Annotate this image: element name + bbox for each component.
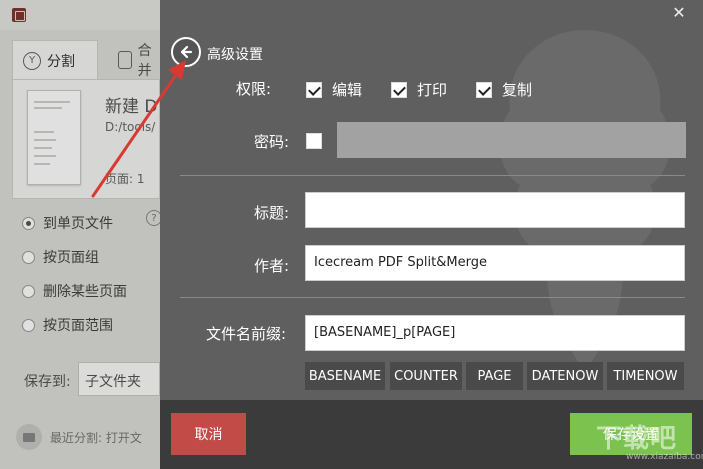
filename-prefix-label: 文件名前缀:: [206, 325, 287, 343]
token-datenow-button[interactable]: DATENOW: [527, 362, 603, 390]
permission-edit[interactable]: 编辑: [306, 79, 362, 100]
copy-checkbox[interactable]: [476, 81, 492, 98]
password-label: 密码:: [254, 133, 290, 151]
edit-checkbox[interactable]: [306, 81, 322, 98]
print-label: 打印: [417, 81, 448, 99]
site-watermark-url: www.xiazaiba.com: [626, 452, 703, 462]
cancel-button[interactable]: 取消: [171, 413, 246, 455]
print-checkbox[interactable]: [391, 81, 407, 98]
close-icon[interactable]: ✕: [670, 4, 688, 22]
divider: [180, 175, 685, 176]
back-button[interactable]: [171, 37, 201, 67]
divider: [180, 297, 685, 298]
permission-print[interactable]: 打印: [391, 79, 447, 100]
filename-prefix-input[interactable]: [BASENAME]_p[PAGE]: [305, 315, 685, 351]
token-basename-button[interactable]: BASENAME: [305, 362, 385, 390]
arrow-left-icon: [180, 45, 193, 59]
background-dim: [0, 0, 160, 469]
author-label: 作者:: [254, 257, 290, 275]
token-counter-button[interactable]: COUNTER: [390, 362, 462, 390]
title-input[interactable]: [305, 192, 685, 228]
title-label: 标题:: [254, 204, 290, 222]
page-title: 高级设置: [207, 47, 263, 63]
permission-copy[interactable]: 复制: [476, 79, 532, 100]
password-input: [337, 122, 686, 158]
copy-label: 复制: [502, 81, 533, 99]
site-watermark: 下载吧: [596, 424, 678, 454]
password-checkbox[interactable]: [306, 133, 322, 149]
edit-label: 编辑: [332, 81, 363, 99]
token-timenow-button[interactable]: TIMENOW: [607, 362, 684, 390]
author-input[interactable]: Icecream PDF Split&Merge: [305, 245, 685, 281]
permissions-label: 权限:: [236, 80, 272, 98]
token-page-button[interactable]: PAGE: [466, 362, 523, 390]
